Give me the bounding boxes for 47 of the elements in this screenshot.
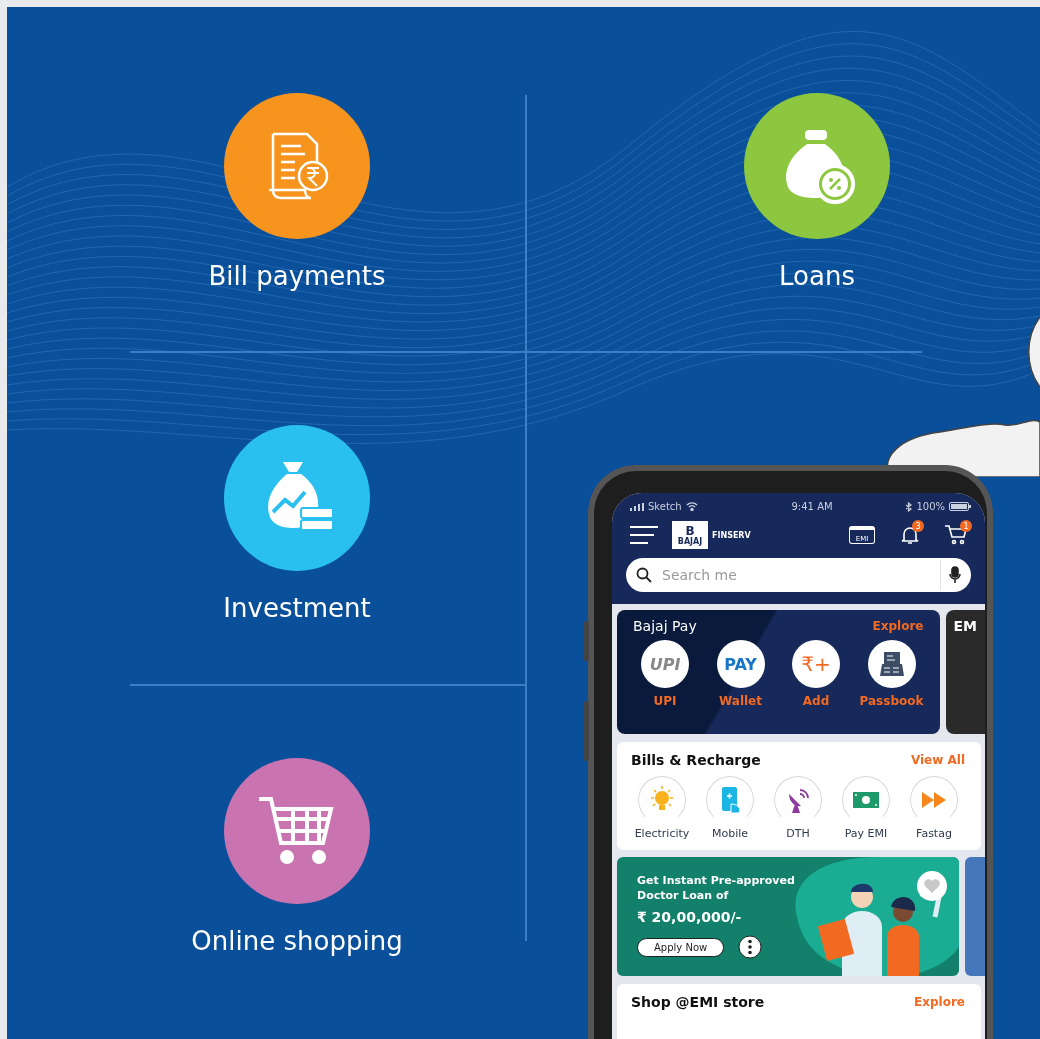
satellite-dish-icon — [786, 786, 810, 814]
wifi-icon — [685, 502, 698, 511]
bill-category-label: DTH — [786, 827, 810, 840]
search-field[interactable]: Search me — [626, 558, 971, 592]
more-options-icon[interactable] — [738, 935, 763, 959]
pay-option-label: UPI — [653, 694, 677, 708]
pay-option-label: Add — [802, 694, 830, 708]
feature-label: Investment — [223, 593, 371, 623]
signal-icon — [630, 502, 644, 511]
explore-link[interactable]: Explore — [872, 619, 924, 633]
microphone-icon[interactable] — [949, 566, 961, 584]
banknote-icon — [852, 790, 880, 810]
bluetooth-icon — [906, 501, 913, 512]
card-title: EM — [953, 618, 977, 634]
bill-category-label: Fastag — [916, 827, 952, 840]
battery-percent: 100% — [916, 501, 945, 512]
passbook-icon — [878, 651, 905, 677]
brand-name: FINSERV — [712, 530, 751, 540]
promo-headline: Get Instant Pre-approved Doctor Loan of — [637, 873, 796, 903]
feature-label: Online shopping — [191, 926, 403, 956]
bill-category-label: Mobile — [711, 827, 749, 840]
menu-icon[interactable] — [630, 526, 658, 544]
search-icon — [636, 567, 652, 583]
card-title: Bajaj Pay — [633, 618, 697, 634]
section-title: Shop @EMI store — [631, 994, 765, 1010]
feature-label: Loans — [779, 261, 855, 291]
notification-count-badge: 3 — [912, 520, 924, 532]
mobile-phone-icon — [719, 786, 741, 814]
upi-button[interactable]: UPI — [641, 640, 689, 688]
apply-now-button[interactable]: Apply Now — [637, 937, 725, 957]
carrier-name: Sketch — [648, 501, 682, 512]
feature-label: Bill payments — [208, 261, 386, 291]
fast-forward-icon — [921, 791, 947, 809]
status-time: 9:41 AM — [790, 501, 833, 512]
battery-icon — [949, 502, 971, 511]
passbook-button[interactable] — [867, 640, 916, 688]
bill-category-label: Pay EMI — [844, 827, 888, 840]
logo-caption: BAJAJ — [677, 536, 703, 546]
wallet-button[interactable]: PAY — [716, 640, 765, 688]
bill-category-label: Electricity — [634, 827, 690, 840]
cart-count-badge: 1 — [960, 520, 972, 532]
heart-icon — [924, 879, 940, 893]
loan-amount: ₹ 20,00,000/- — [637, 909, 743, 925]
pay-option-label: Wallet — [719, 694, 762, 708]
logo-mark: B — [685, 524, 695, 537]
section-title: Bills & Recharge — [631, 752, 761, 768]
pay-option-label: Passbook — [859, 694, 924, 708]
